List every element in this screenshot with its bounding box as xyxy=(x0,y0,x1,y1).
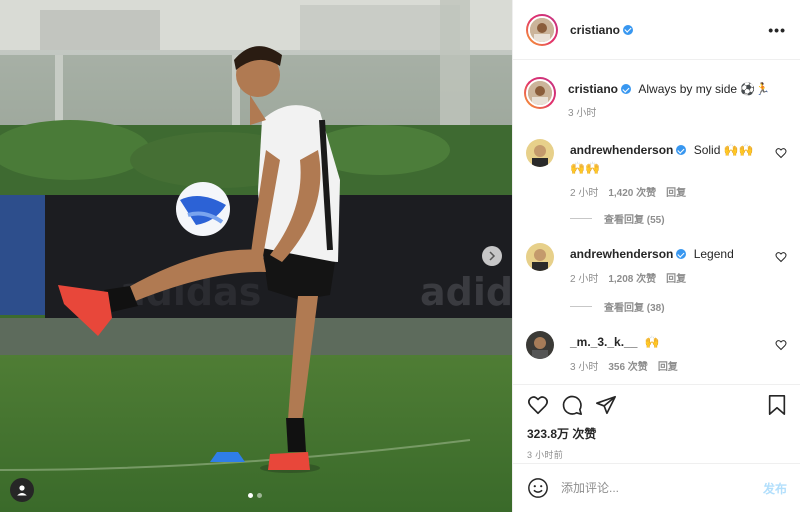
add-comment-bar: 发布 xyxy=(513,463,800,512)
author-avatar[interactable] xyxy=(526,13,558,46)
post-timestamp[interactable]: 3 小时前 xyxy=(527,448,787,461)
save-button[interactable] xyxy=(767,394,787,416)
verified-badge-icon xyxy=(623,24,634,35)
commenter-username[interactable]: _m._3._k.__ xyxy=(570,335,637,349)
comment-likes[interactable]: 356 次赞 xyxy=(608,360,647,376)
carousel-indicator xyxy=(248,493,262,498)
author-username[interactable]: cristiano xyxy=(570,23,620,37)
commenter-avatar[interactable] xyxy=(526,243,554,271)
tagged-users-button[interactable] xyxy=(10,478,34,502)
post-actions: 323.8万 次赞 3 小时前 xyxy=(513,384,800,461)
reply-button[interactable]: 回复 xyxy=(658,360,678,376)
heart-icon xyxy=(528,396,548,415)
chevron-right-icon xyxy=(489,251,496,261)
next-photo-button[interactable] xyxy=(482,246,502,266)
comment-time: 2 小时 xyxy=(570,274,599,285)
avatar-image xyxy=(526,243,554,271)
user-tag-icon xyxy=(17,485,27,496)
commenter-avatar[interactable] xyxy=(526,139,554,167)
commenter-username[interactable]: andrewhenderson xyxy=(570,247,673,261)
emoji-icon xyxy=(528,478,548,498)
comment-text: Solid 🙌🙌 xyxy=(693,143,754,157)
comment-time: 3 小时 xyxy=(570,362,599,373)
comment-likes[interactable]: 1,420 次赞 xyxy=(608,186,656,202)
more-options-icon[interactable]: ••• xyxy=(768,22,786,38)
comment-row: _m._3._k.__ 🙌 3 小时 356 次赞 回复 xyxy=(526,331,787,376)
comment-time: 2 小时 xyxy=(570,188,599,199)
comment-likes[interactable]: 1,208 次赞 xyxy=(608,272,656,288)
comment-text-continued: 🙌🙌 xyxy=(570,161,600,175)
emoji-button[interactable] xyxy=(527,477,549,499)
comment-input[interactable] xyxy=(561,481,763,495)
photo-scene: adidas adidas xyxy=(0,0,512,512)
caption-time: 3 小时 xyxy=(568,108,597,119)
commenter-username[interactable]: andrewhenderson xyxy=(570,143,673,157)
like-button[interactable] xyxy=(527,394,549,416)
verified-badge-icon xyxy=(676,249,687,259)
post-header: cristiano ••• xyxy=(513,0,800,60)
comment-button[interactable] xyxy=(561,394,583,416)
bookmark-icon xyxy=(768,395,786,415)
comment-text: 🙌 xyxy=(644,335,660,349)
caption-avatar[interactable] xyxy=(524,77,556,109)
caption-row: cristiano Always by my side ⚽🏃 3 小时 xyxy=(524,77,787,122)
comments-list[interactable]: cristiano Always by my side ⚽🏃 3 小时 andr… xyxy=(513,61,800,384)
commenter-avatar[interactable] xyxy=(526,331,554,359)
verified-badge-icon xyxy=(621,84,632,94)
comment-icon xyxy=(562,395,582,415)
avatar-image xyxy=(526,139,554,167)
adidas-backdrop-text: adidas xyxy=(420,270,512,314)
send-icon xyxy=(596,395,616,415)
comment-like-icon[interactable] xyxy=(775,251,787,263)
avatar-image xyxy=(526,331,554,359)
post-comment-button[interactable]: 发布 xyxy=(763,480,787,497)
post-photo[interactable]: adidas adidas xyxy=(0,0,512,512)
view-replies-button[interactable]: 查看回复 (55) xyxy=(570,211,665,226)
comment-row: andrewhenderson Solid 🙌🙌 🙌🙌 2 小时 1,420 次… xyxy=(526,139,787,202)
post-sidebar: cristiano ••• cristiano Always by my sid… xyxy=(512,0,800,512)
caption-username[interactable]: cristiano xyxy=(568,82,618,96)
avatar-image xyxy=(530,17,554,42)
share-button[interactable] xyxy=(595,394,617,416)
avatar-image xyxy=(528,81,552,105)
comment-text: Legend xyxy=(693,247,734,261)
comment-like-icon[interactable] xyxy=(775,147,787,159)
comment-row: andrewhenderson Legend 2 小时 1,208 次赞 回复 xyxy=(526,243,787,288)
verified-badge-icon xyxy=(676,145,687,155)
carousel-dot-active xyxy=(248,493,253,498)
like-count[interactable]: 323.8万 次赞 xyxy=(527,425,787,442)
reply-button[interactable]: 回复 xyxy=(666,186,686,202)
carousel-dot xyxy=(257,493,262,498)
reply-button[interactable]: 回复 xyxy=(666,272,686,288)
view-replies-button[interactable]: 查看回复 (38) xyxy=(570,299,665,314)
caption-text: Always by my side ⚽🏃 xyxy=(638,82,771,96)
comment-like-icon[interactable] xyxy=(775,339,787,351)
